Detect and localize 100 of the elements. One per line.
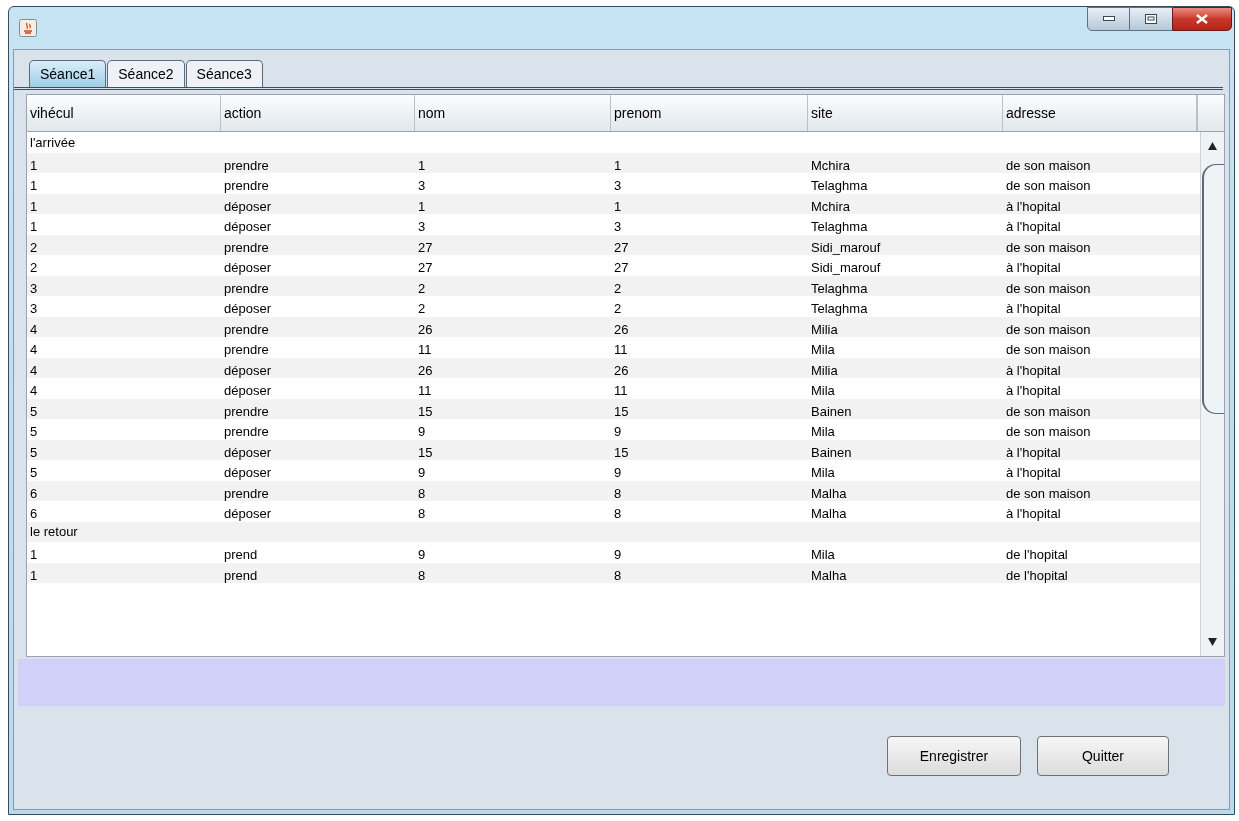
table-cell: de son maison xyxy=(1006,321,1091,337)
table-cell: 26 xyxy=(614,321,629,337)
table-cell: Malha xyxy=(811,506,847,521)
table-cell: 9 xyxy=(418,547,426,562)
table-cell: à l'hopital xyxy=(1006,383,1061,398)
table-cell: 2 xyxy=(614,301,622,316)
table-cell: 15 xyxy=(614,403,629,419)
table-cell: 8 xyxy=(614,485,622,501)
table-cell: 1 xyxy=(418,198,426,214)
column-header[interactable]: prenom xyxy=(611,95,808,131)
action-button[interactable]: Enregistrer xyxy=(887,736,1021,776)
table-cell: 15 xyxy=(614,444,629,460)
table-cell: Telaghma xyxy=(811,280,868,296)
table-cell: Mila xyxy=(811,465,835,480)
table-cell: prendre xyxy=(224,342,269,357)
up-arrow-icon[interactable] xyxy=(1208,142,1217,150)
column-header[interactable]: nom xyxy=(415,95,611,131)
table-cell: 4 xyxy=(30,362,38,378)
column-header[interactable]: site xyxy=(808,95,1003,131)
table-cell: Mchira xyxy=(811,198,850,214)
table-cell: de son maison xyxy=(1006,239,1091,255)
column-header[interactable]: adresse xyxy=(1003,95,1197,131)
table-cell: de l'hopital xyxy=(1006,567,1068,583)
table-cell: déposer xyxy=(224,506,271,521)
table-cell: 2 xyxy=(418,301,426,316)
table-cell: Mila xyxy=(811,342,835,357)
table-cell: de son maison xyxy=(1006,280,1091,296)
table-cell: 8 xyxy=(614,506,622,521)
table-cell: à l'hopital xyxy=(1006,219,1061,234)
table-cell: 4 xyxy=(30,321,38,337)
table-cell: prendre xyxy=(224,485,269,501)
table-cell: 27 xyxy=(614,260,629,275)
table-cell: 9 xyxy=(614,424,622,439)
table-cell: 3 xyxy=(614,219,622,234)
table-cell: déposer xyxy=(224,444,271,460)
table-cell: de son maison xyxy=(1006,157,1091,173)
maximize-button[interactable] xyxy=(1130,7,1172,31)
table-cell: 27 xyxy=(614,239,629,255)
table-cell: Mchira xyxy=(811,157,850,173)
restore-icon xyxy=(1145,14,1157,24)
table-cell: 4 xyxy=(30,342,38,357)
table-cell: déposer xyxy=(224,198,271,214)
table-cell: Malha xyxy=(811,567,847,583)
table-cell: prend xyxy=(224,567,258,583)
down-arrow-icon[interactable] xyxy=(1208,638,1217,646)
table-cell: déposer xyxy=(224,383,271,398)
table-cell: Sidi_marouf xyxy=(811,239,881,255)
table-cell: 8 xyxy=(418,567,426,583)
table-cell: 1 xyxy=(418,157,426,173)
minimize-icon xyxy=(1102,16,1115,22)
table-cell: 8 xyxy=(614,567,622,583)
table-cell: 27 xyxy=(418,239,433,255)
table-cell: 5 xyxy=(30,444,38,460)
table-cell: 8 xyxy=(418,506,426,521)
table-cell: 15 xyxy=(418,403,433,419)
scrollbar[interactable] xyxy=(1200,132,1224,656)
table-cell: 5 xyxy=(30,403,38,419)
scrollbar-thumb[interactable] xyxy=(1201,164,1224,414)
action-button[interactable]: Quitter xyxy=(1037,736,1169,776)
table-cell: Telaghma xyxy=(811,301,868,316)
table-cell: 9 xyxy=(614,465,622,480)
table-cell: prend xyxy=(224,547,258,562)
table-cell: 3 xyxy=(30,301,38,316)
table-cell: 2 xyxy=(30,260,38,275)
tab[interactable]: Séance3 xyxy=(185,60,263,87)
table-cell: Malha xyxy=(811,485,847,501)
table-cell: Bainen xyxy=(811,403,852,419)
table-cell: 1 xyxy=(614,198,622,214)
table-cell: Telaghma xyxy=(811,219,868,234)
table-cell: 9 xyxy=(418,424,426,439)
table-cell: Milia xyxy=(811,321,838,337)
table-cell: de son maison xyxy=(1006,424,1091,439)
table-cell: déposer xyxy=(224,362,271,378)
column-header[interactable]: vihécul xyxy=(27,95,221,131)
table-cell: de l'hopital xyxy=(1006,547,1068,562)
close-icon xyxy=(1196,14,1208,24)
table-cell: à l'hopital xyxy=(1006,198,1061,214)
table-cell: 11 xyxy=(614,342,628,357)
table-cell: à l'hopital xyxy=(1006,362,1061,378)
table-cell: prendre xyxy=(224,403,269,419)
table-cell: 1 xyxy=(30,178,38,193)
table-cell: 3 xyxy=(614,178,622,193)
table-cell: 3 xyxy=(418,178,426,193)
table-cell: de son maison xyxy=(1006,342,1091,357)
table-cell: Sidi_marouf xyxy=(811,260,881,275)
table-cell: à l'hopital xyxy=(1006,301,1061,316)
tab[interactable]: Séance1 xyxy=(29,60,107,87)
close-button[interactable] xyxy=(1172,7,1232,31)
table-cell: 3 xyxy=(30,280,38,296)
minimize-button[interactable] xyxy=(1087,7,1130,31)
tab[interactable]: Séance2 xyxy=(107,60,185,87)
table-cell: déposer xyxy=(224,260,271,275)
column-header[interactable]: action xyxy=(221,95,415,131)
table-cell: 1 xyxy=(30,219,38,234)
table-cell: à l'hopital xyxy=(1006,260,1061,275)
table-cell: déposer xyxy=(224,465,271,480)
table-cell: 11 xyxy=(418,383,432,398)
table-cell: déposer xyxy=(224,219,271,234)
table-cell: déposer xyxy=(224,301,271,316)
table-cell: Telaghma xyxy=(811,178,868,193)
